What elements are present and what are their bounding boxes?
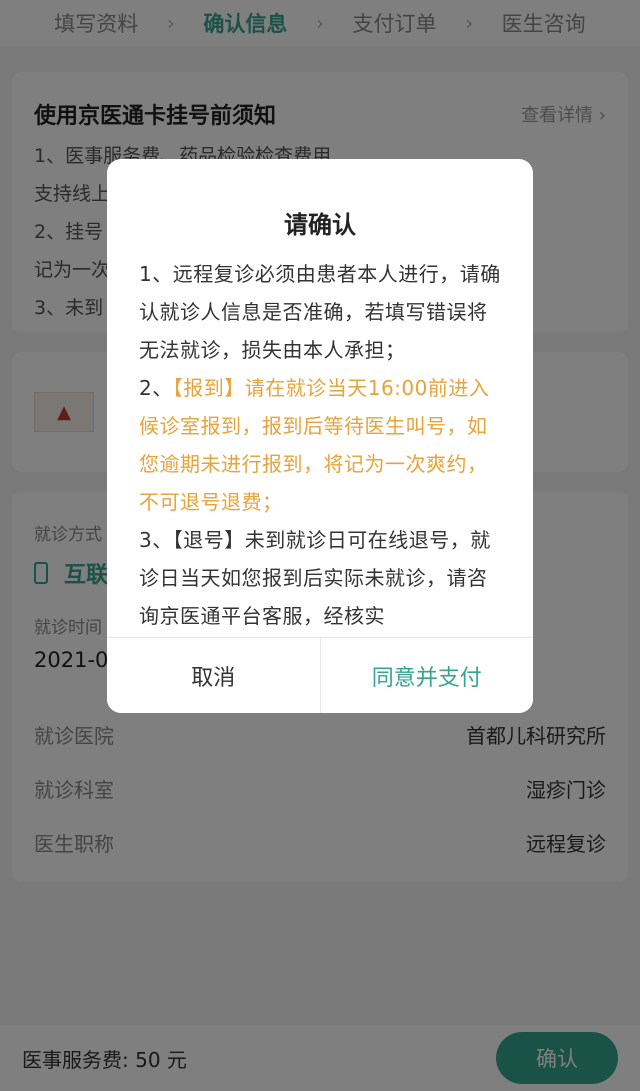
cancel-button[interactable]: 取消 [107,638,321,713]
dialog-body[interactable]: 1、远程复诊必须由患者本人进行，请确认就诊人信息是否准确，若填写错误将无法就诊，… [139,255,507,637]
dialog-paragraph-2: 2、【报到】请在就诊当天16:00前进入候诊室报到，报到后等待医生叫号，如您逾期… [139,376,490,514]
dialog-paragraph-3: 3、【退号】未到就诊日可在线退号，就诊日当天如您报到后实际未就诊，请咨询京医通平… [139,528,491,628]
confirm-dialog: 请确认 1、远程复诊必须由患者本人进行，请确认就诊人信息是否准确，若填写错误将无… [107,159,533,713]
agree-and-pay-button[interactable]: 同意并支付 [320,638,533,713]
dialog-paragraph-1: 1、远程复诊必须由患者本人进行，请确认就诊人信息是否准确，若填写错误将无法就诊，… [139,262,501,362]
dialog-footer: 取消 同意并支付 [107,637,533,713]
dialog-title: 请确认 [284,211,356,239]
